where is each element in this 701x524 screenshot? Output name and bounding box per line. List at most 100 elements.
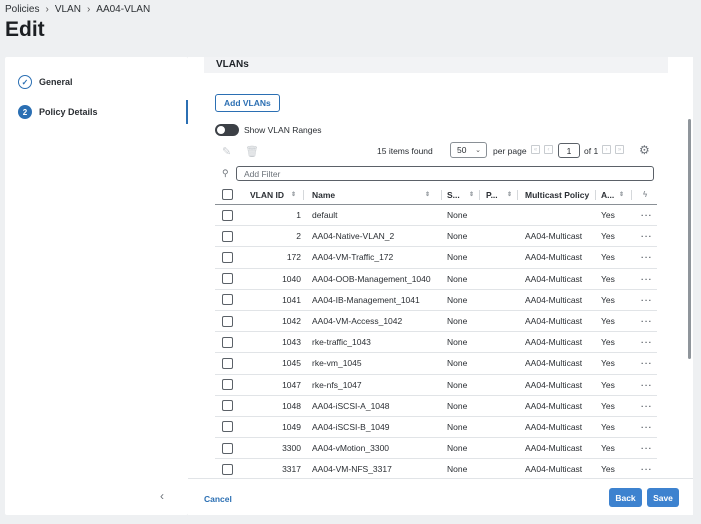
vlan-id-cell: 1048: [282, 400, 301, 411]
table-row[interactable]: 1049 AA04-iSCSI-B_1049 None AA04-Multica…: [215, 417, 657, 439]
row-checkbox[interactable]: [222, 463, 233, 475]
vlan-id-cell: 1047: [282, 379, 301, 390]
sort-icon[interactable]: ⇕: [507, 191, 512, 198]
more-actions-icon[interactable]: ···: [641, 438, 653, 458]
table-row[interactable]: 3300 AA04-vMotion_3300 None AA04-Multica…: [215, 438, 657, 460]
row-checkbox[interactable]: [222, 294, 233, 306]
breadcrumb-item-vlan[interactable]: VLAN: [55, 4, 81, 15]
check-circle-icon: ✓: [18, 75, 32, 89]
name-cell: rke-vm_1045: [312, 358, 362, 369]
row-checkbox[interactable]: [222, 357, 233, 369]
table-row[interactable]: 1047 rke-nfs_1047 None AA04-Multicast Ye…: [215, 375, 657, 396]
more-actions-icon[interactable]: ···: [641, 205, 653, 225]
vlan-id-cell: 1042: [282, 316, 301, 327]
more-actions-icon[interactable]: ···: [641, 375, 653, 395]
more-actions-icon[interactable]: ···: [641, 353, 653, 373]
more-actions-icon[interactable]: ···: [641, 459, 653, 479]
vlan-id-cell: 172: [286, 252, 301, 263]
cancel-button[interactable]: Cancel: [204, 494, 232, 504]
table-row[interactable]: 1042 AA04-VM-Access_1042 None AA04-Multi…: [215, 311, 657, 333]
step-general[interactable]: ✓ General: [18, 75, 73, 89]
select-all-checkbox[interactable]: [222, 189, 233, 200]
vlan-id-cell: 1049: [282, 421, 301, 432]
table-header-row: VLAN ID ⇕ Name ⇕ S... ⇕ P... ⇕ Multicast…: [215, 185, 657, 205]
next-page-icon[interactable]: ›: [602, 145, 611, 154]
row-checkbox[interactable]: [222, 230, 233, 242]
previous-page-icon[interactable]: ‹: [544, 145, 553, 154]
row-checkbox[interactable]: [222, 442, 233, 454]
table-row[interactable]: 1040 AA04-OOB-Management_1040 None AA04-…: [215, 269, 657, 290]
back-button[interactable]: Back: [609, 488, 642, 507]
table-row[interactable]: 172 AA04-VM-Traffic_172 None AA04-Multic…: [215, 247, 657, 269]
main-panel: VLANs Add VLANs Show VLAN Ranges ✎ 🗑 15 …: [188, 57, 693, 515]
table-row[interactable]: 1041 AA04-IB-Management_1041 None AA04-M…: [215, 290, 657, 311]
name-cell: AA04-VM-Access_1042: [312, 316, 403, 327]
step-label: Policy Details: [39, 107, 98, 117]
column-header-vlan-id[interactable]: VLAN ID: [250, 185, 306, 204]
step-number-badge: 2: [18, 105, 32, 119]
more-actions-icon[interactable]: ···: [641, 311, 653, 331]
show-vlan-ranges-row: Show VLAN Ranges: [215, 124, 322, 136]
row-checkbox[interactable]: [222, 273, 233, 285]
trash-icon[interactable]: 🗑: [245, 145, 259, 158]
s-cell: None: [447, 358, 468, 369]
a-cell: Yes: [601, 337, 615, 348]
column-header-name[interactable]: Name: [312, 185, 335, 204]
page-number-input[interactable]: 1: [558, 143, 580, 158]
row-checkbox[interactable]: [222, 421, 233, 433]
more-actions-icon[interactable]: ···: [641, 269, 653, 289]
more-actions-icon[interactable]: ···: [641, 417, 653, 437]
row-checkbox[interactable]: [222, 336, 233, 348]
multicast-policy-cell: AA04-Multicast: [525, 379, 583, 390]
more-actions-icon[interactable]: ···: [641, 290, 653, 310]
column-header-multicast-policy[interactable]: Multicast Policy: [525, 185, 589, 204]
save-button[interactable]: Save: [647, 488, 679, 507]
table-row[interactable]: 1048 AA04-iSCSI-A_1048 None AA04-Multica…: [215, 396, 657, 417]
add-vlans-button[interactable]: Add VLANs: [215, 94, 280, 112]
column-divider: [441, 190, 442, 200]
row-checkbox[interactable]: [222, 400, 233, 412]
edit-icon[interactable]: ✎: [222, 145, 231, 158]
row-checkbox[interactable]: [222, 315, 233, 327]
column-header-p[interactable]: P...: [486, 185, 498, 204]
a-cell: Yes: [601, 273, 615, 284]
chevron-left-icon[interactable]: ‹: [160, 489, 164, 503]
sort-icon[interactable]: ⇕: [291, 191, 296, 198]
row-checkbox[interactable]: [222, 379, 233, 391]
s-cell: None: [447, 316, 468, 327]
s-cell: None: [447, 337, 468, 348]
column-header-s[interactable]: S...: [447, 185, 460, 204]
row-checkbox[interactable]: [222, 209, 233, 221]
table-row[interactable]: 1045 rke-vm_1045 None AA04-Multicast Yes…: [215, 353, 657, 375]
column-divider: [631, 190, 632, 200]
table-row[interactable]: 1043 rke-traffic_1043 None AA04-Multicas…: [215, 332, 657, 354]
column-settings-icon[interactable]: ϟ: [643, 185, 647, 204]
gear-icon[interactable]: ⚙: [639, 143, 650, 157]
more-actions-icon[interactable]: ···: [641, 332, 653, 352]
filter-input[interactable]: [236, 166, 654, 181]
column-header-a[interactable]: A...: [601, 185, 614, 204]
last-page-icon[interactable]: »: [615, 145, 624, 154]
breadcrumb-item-policies[interactable]: Policies: [5, 4, 39, 15]
show-vlan-ranges-toggle[interactable]: [215, 124, 239, 136]
s-cell: None: [447, 273, 468, 284]
chevron-down-icon: ⌄: [475, 147, 481, 154]
table-row[interactable]: 2 AA04-Native-VLAN_2 None AA04-Multicast…: [215, 226, 657, 248]
a-cell: Yes: [601, 231, 615, 242]
first-page-icon[interactable]: «: [531, 145, 540, 154]
a-cell: Yes: [601, 210, 615, 221]
step-policy-details[interactable]: 2 Policy Details: [18, 105, 98, 119]
more-actions-icon[interactable]: ···: [641, 247, 653, 267]
per-page-select[interactable]: 50 ⌄: [450, 142, 487, 158]
sort-icon[interactable]: ⇕: [469, 191, 474, 198]
scrollbar-thumb[interactable]: [688, 119, 691, 359]
name-cell: AA04-VM-NFS_3317: [312, 464, 392, 475]
multicast-policy-cell: AA04-Multicast: [525, 231, 583, 242]
more-actions-icon[interactable]: ···: [641, 226, 653, 246]
more-actions-icon[interactable]: ···: [641, 396, 653, 416]
name-cell: AA04-IB-Management_1041: [312, 294, 420, 305]
sort-icon[interactable]: ⇕: [425, 191, 430, 198]
table-row[interactable]: 1 default None Yes ···: [215, 205, 657, 227]
row-checkbox[interactable]: [222, 251, 233, 263]
sort-icon[interactable]: ⇕: [619, 191, 624, 198]
